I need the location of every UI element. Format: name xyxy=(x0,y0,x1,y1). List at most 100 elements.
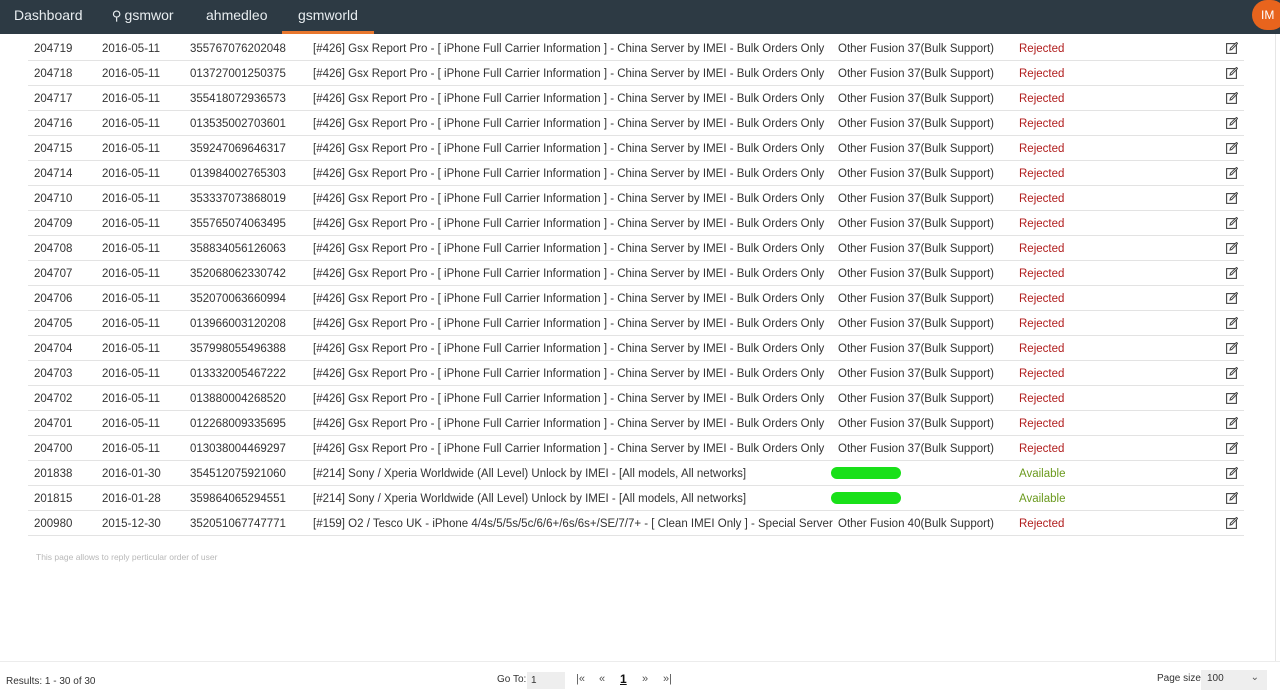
order-supplier: Other Fusion 40(Bulk Support) xyxy=(838,518,994,530)
edit-button[interactable] xyxy=(1226,36,1240,61)
order-date: 2016-05-11 xyxy=(102,418,160,430)
edit-button[interactable] xyxy=(1226,411,1240,436)
tab-dashboard[interactable]: Dashboard xyxy=(14,0,83,34)
order-imei: 355765074063495 xyxy=(190,218,286,230)
table-row[interactable]: 204707 2016-05-11 352068062330742 [#426] Gs… xyxy=(28,261,1244,286)
scrollbar-track[interactable] xyxy=(1275,34,1276,661)
order-id: 204706 xyxy=(34,293,73,305)
edit-button[interactable] xyxy=(1226,386,1240,411)
current-page-link[interactable]: 1 xyxy=(620,672,627,686)
last-page-button[interactable]: »| xyxy=(663,673,672,685)
edit-icon xyxy=(1226,217,1238,229)
table-row[interactable]: 204704 2016-05-11 357998055496388 [#426] Gs… xyxy=(28,336,1244,361)
edit-icon xyxy=(1226,317,1238,329)
order-service: [#426] Gsx Report Pro - [ iPhone Full Ca… xyxy=(313,368,825,380)
page-size-label: Page size: xyxy=(1157,673,1204,684)
order-date: 2016-05-11 xyxy=(102,293,160,305)
table-row[interactable]: 201838 2016-01-30 354512075921060 [#214] So… xyxy=(28,461,1244,486)
order-service: [#426] Gsx Report Pro - [ iPhone Full Ca… xyxy=(313,318,825,330)
table-row[interactable]: 204708 2016-05-11 358834056126063 [#426] Gs… xyxy=(28,236,1244,261)
edit-icon xyxy=(1226,67,1238,79)
order-imei: 357998055496388 xyxy=(190,343,286,355)
status-badge: Rejected xyxy=(1019,518,1065,530)
edit-icon xyxy=(1226,117,1238,129)
edit-button[interactable] xyxy=(1226,136,1240,161)
edit-button[interactable] xyxy=(1226,286,1240,311)
order-imei: 359864065294551 xyxy=(190,493,286,505)
edit-button[interactable] xyxy=(1226,511,1240,536)
edit-button[interactable] xyxy=(1226,211,1240,236)
order-service: [#214] Sony / Xperia Worldwide (All Leve… xyxy=(313,468,747,480)
edit-button[interactable] xyxy=(1226,186,1240,211)
order-supplier: Other Fusion 37(Bulk Support) xyxy=(838,268,994,280)
top-nav-bar: Dashboard ⚲ gsmwor ahmedleo gsmworld IM xyxy=(0,0,1280,34)
order-supplier: Other Fusion 37(Bulk Support) xyxy=(838,443,994,455)
order-supplier: Other Fusion 37(Bulk Support) xyxy=(838,343,994,355)
edit-button[interactable] xyxy=(1226,61,1240,86)
table-row[interactable]: 204717 2016-05-11 355418072936573 [#426] Gs… xyxy=(28,86,1244,111)
order-imei: 013535002703601 xyxy=(190,118,286,130)
order-supplier: Other Fusion 37(Bulk Support) xyxy=(838,118,994,130)
tab-gsmworld[interactable]: gsmworld xyxy=(282,0,374,34)
edit-icon xyxy=(1226,367,1238,379)
table-row[interactable]: 204715 2016-05-11 359247069646317 [#426] Gs… xyxy=(28,136,1244,161)
table-row[interactable]: 200980 2015-12-30 352051067747771 [#159] O2… xyxy=(28,511,1244,536)
table-row[interactable]: 204702 2016-05-11 013880004268520 [#426] Gs… xyxy=(28,386,1244,411)
table-row[interactable]: 204706 2016-05-11 352070063660994 [#426] Gs… xyxy=(28,286,1244,311)
order-id: 204718 xyxy=(34,68,73,80)
page-size-select[interactable]: 100 ⌄ xyxy=(1201,670,1267,690)
order-id: 204715 xyxy=(34,143,73,155)
table-row[interactable]: 204714 2016-05-11 013984002765303 [#426] Gs… xyxy=(28,161,1244,186)
user-avatar[interactable]: IM xyxy=(1252,0,1280,30)
order-service: [#214] Sony / Xperia Worldwide (All Leve… xyxy=(313,493,747,505)
order-service: [#426] Gsx Report Pro - [ iPhone Full Ca… xyxy=(313,268,825,280)
order-date: 2016-01-30 xyxy=(102,468,161,480)
first-page-button[interactable]: |« xyxy=(576,673,585,685)
status-badge: Rejected xyxy=(1019,193,1065,205)
status-badge: Rejected xyxy=(1019,93,1065,105)
table-row[interactable]: 204700 2016-05-11 013038004469297 [#426] Gs… xyxy=(28,436,1244,461)
order-supplier: Other Fusion 37(Bulk Support) xyxy=(838,368,994,380)
table-row[interactable]: 204703 2016-05-11 013332005467222 [#426] Gs… xyxy=(28,361,1244,386)
edit-icon xyxy=(1226,442,1238,454)
table-row[interactable]: 201815 2016-01-28 359864065294551 [#214] So… xyxy=(28,486,1244,511)
chevron-down-icon: ⌄ xyxy=(1250,672,1259,683)
edit-button[interactable] xyxy=(1226,261,1240,286)
edit-button[interactable] xyxy=(1226,86,1240,111)
status-badge: Rejected xyxy=(1019,368,1065,380)
table-row[interactable]: 204705 2016-05-11 013966003120208 [#426] Gs… xyxy=(28,311,1244,336)
edit-button[interactable] xyxy=(1226,361,1240,386)
edit-button[interactable] xyxy=(1226,236,1240,261)
prev-page-button[interactable]: « xyxy=(599,673,605,685)
edit-icon xyxy=(1226,92,1238,104)
edit-button[interactable] xyxy=(1226,161,1240,186)
edit-button[interactable] xyxy=(1226,461,1240,486)
status-badge: Rejected xyxy=(1019,43,1065,55)
order-id: 204719 xyxy=(34,43,73,55)
table-row[interactable]: 204710 2016-05-11 353337073868019 [#426] Gs… xyxy=(28,186,1244,211)
goto-page-input[interactable] xyxy=(527,672,565,689)
order-id: 204702 xyxy=(34,393,73,405)
redacted-supplier-mark xyxy=(831,467,901,479)
table-row[interactable]: 204719 2016-05-11 355767076202048 [#426] Gs… xyxy=(28,36,1244,61)
edit-button[interactable] xyxy=(1226,311,1240,336)
order-imei: 012268009335695 xyxy=(190,418,286,430)
edit-button[interactable] xyxy=(1226,486,1240,511)
order-date: 2016-05-11 xyxy=(102,43,160,55)
next-page-button[interactable]: » xyxy=(642,673,648,685)
edit-button[interactable] xyxy=(1226,111,1240,136)
edit-button[interactable] xyxy=(1226,336,1240,361)
order-date: 2015-12-30 xyxy=(102,518,161,530)
tab-ahmedleo[interactable]: ahmedleo xyxy=(206,0,268,34)
order-supplier: Other Fusion 37(Bulk Support) xyxy=(838,68,994,80)
table-row[interactable]: 204701 2016-05-11 012268009335695 [#426] Gs… xyxy=(28,411,1244,436)
tab-gsmwor[interactable]: ⚲ gsmwor xyxy=(112,0,174,34)
table-row[interactable]: 204716 2016-05-11 013535002703601 [#426] Gs… xyxy=(28,111,1244,136)
table-row[interactable]: 204718 2016-05-11 013727001250375 [#426] Gs… xyxy=(28,61,1244,86)
edit-button[interactable] xyxy=(1226,436,1240,461)
status-badge: Rejected xyxy=(1019,118,1065,130)
edit-icon xyxy=(1226,417,1238,429)
status-badge: Rejected xyxy=(1019,268,1065,280)
table-row[interactable]: 204709 2016-05-11 355765074063495 [#426] Gs… xyxy=(28,211,1244,236)
order-id: 204704 xyxy=(34,343,73,355)
